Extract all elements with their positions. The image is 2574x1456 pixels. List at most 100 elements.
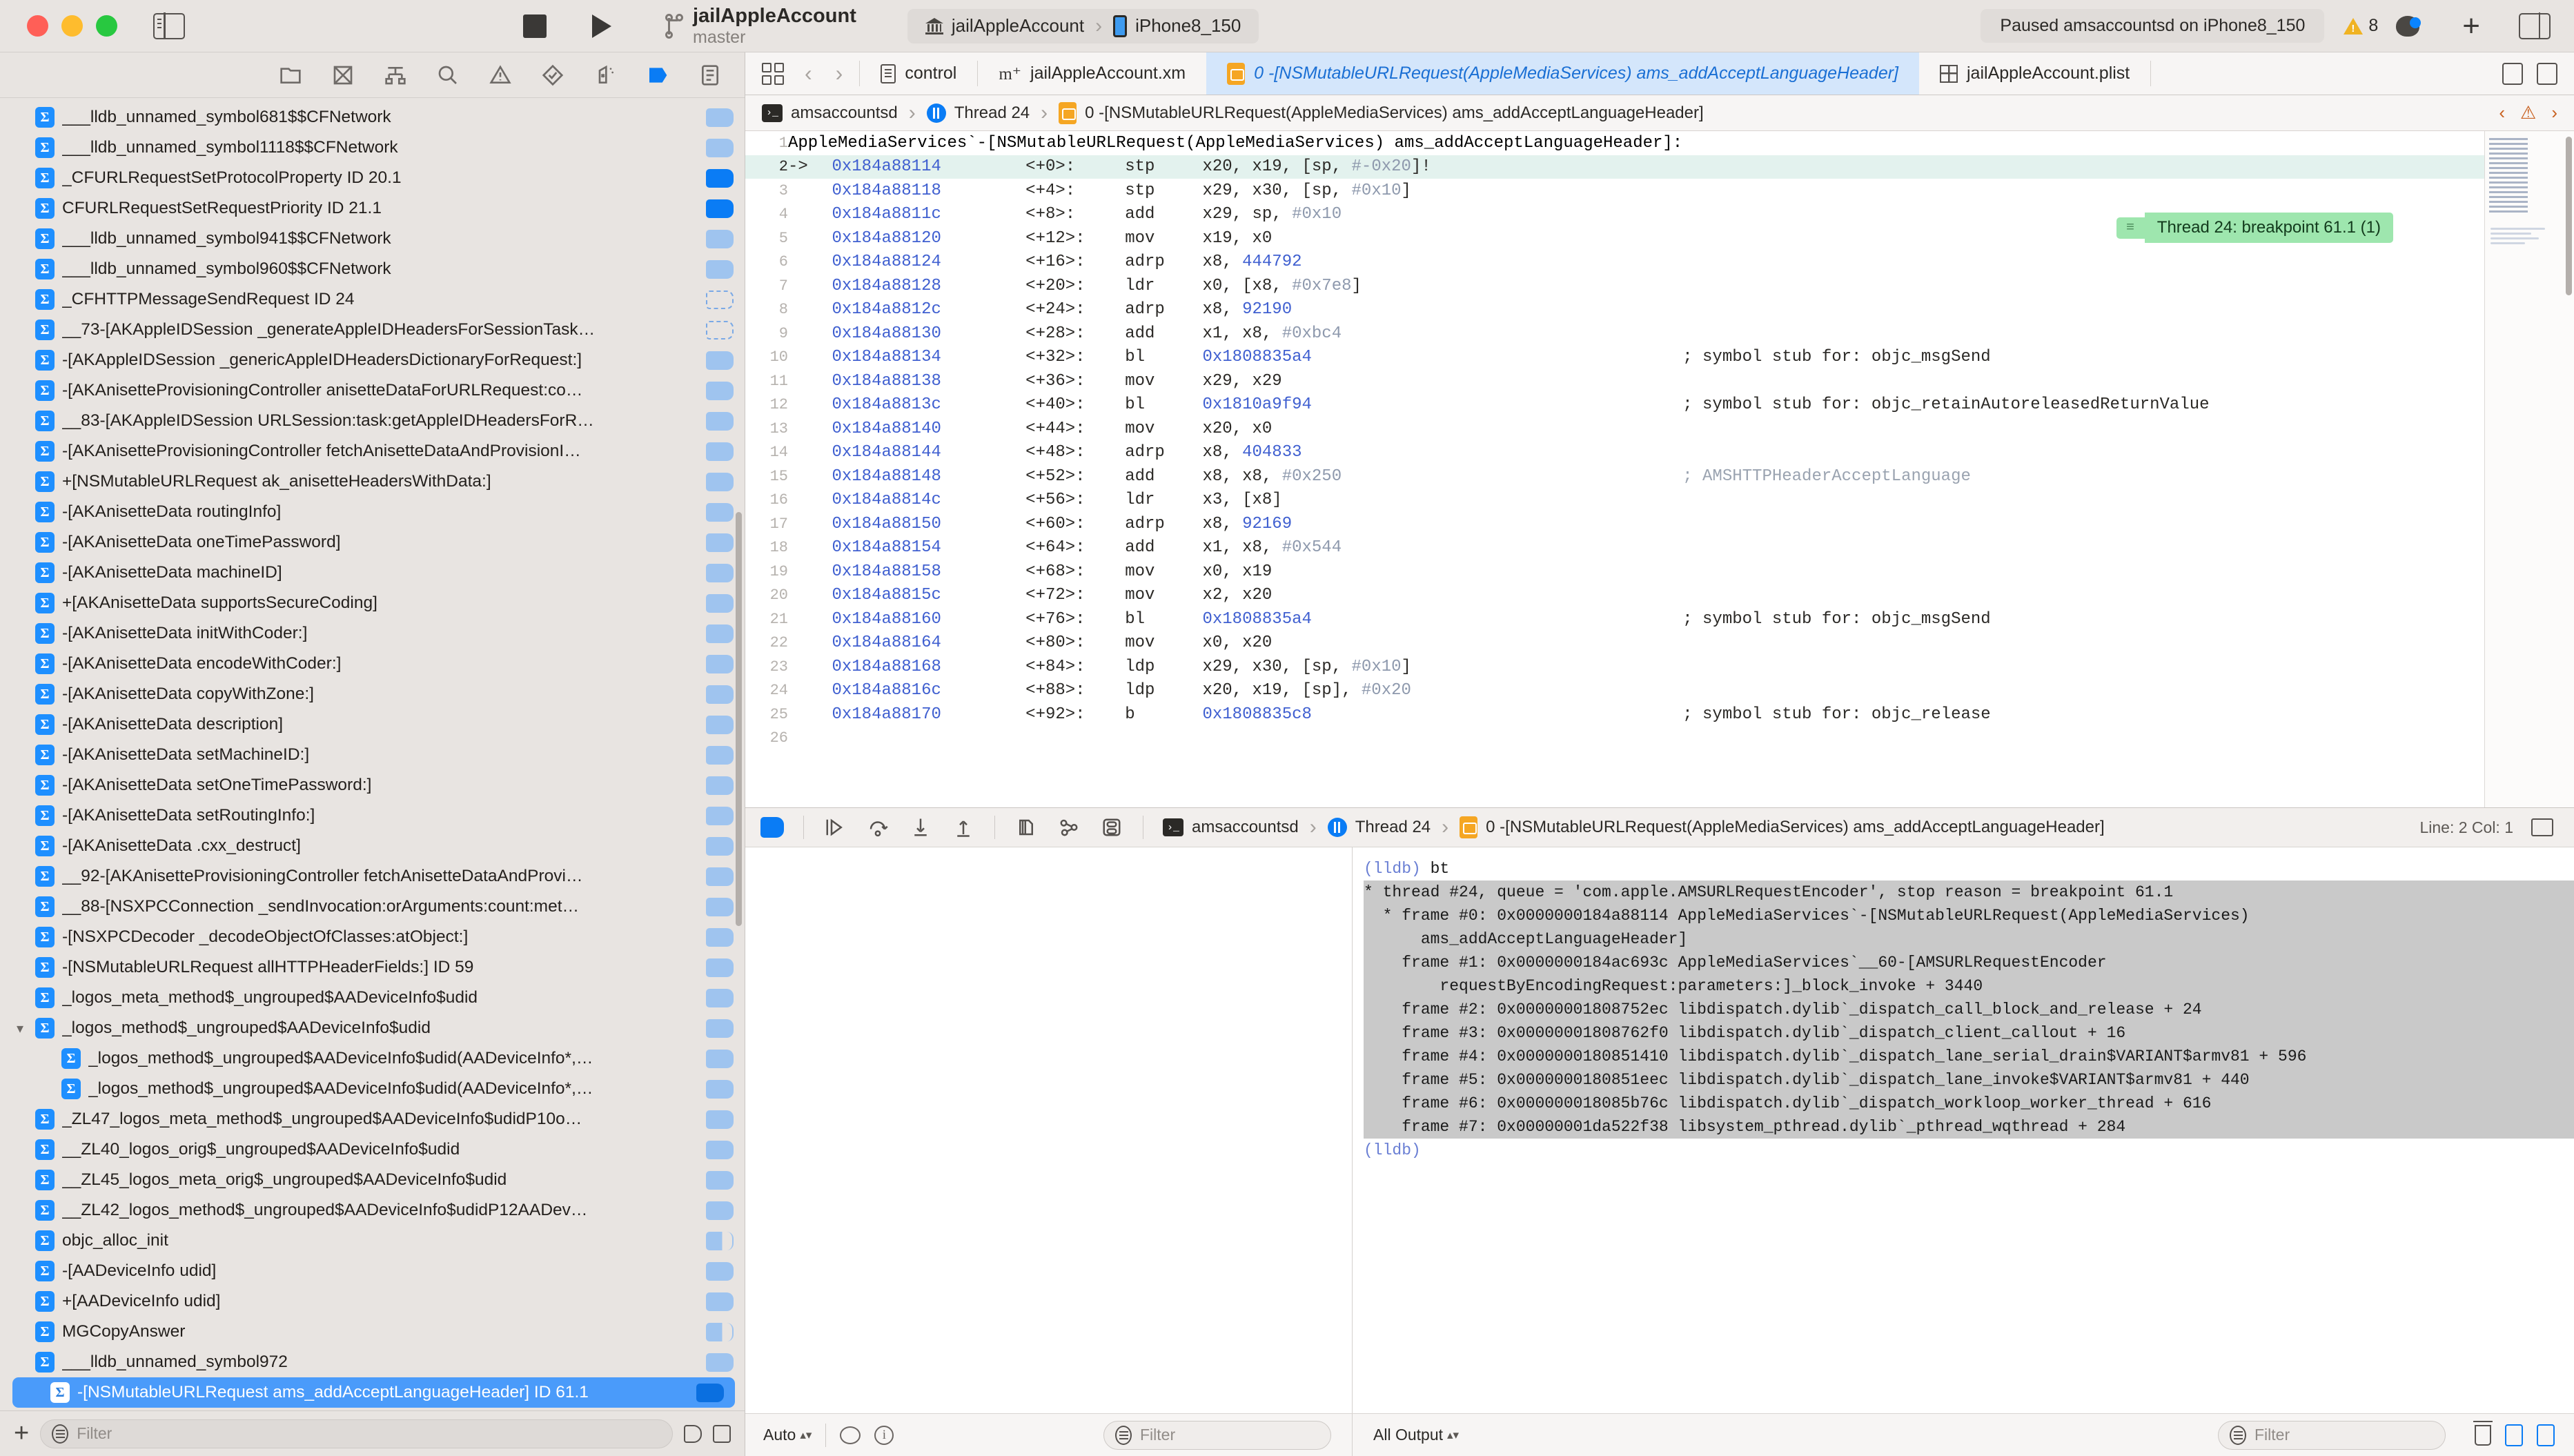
breakpoint-row[interactable]: ▸Σ___lldb_unnamed_symbol972 — [0, 1347, 745, 1377]
code-line-current[interactable]: 2 -> 0x184a88114 <+0>: stp x20, x19, [sp, #-0… — [745, 155, 2484, 179]
debug-process[interactable]: amsaccountsd — [1192, 818, 1299, 837]
device-status-icon[interactable] — [2396, 15, 2421, 37]
breakpoint-list[interactable]: ▸Σ___lldb_unnamed_symbol681$$CFNetwork▸Σ… — [0, 98, 745, 1410]
code-line[interactable]: 6 0x184a88124 <+16>: adrp x8, 444792 — [745, 250, 2484, 275]
breakpoint-enabled-badge[interactable] — [706, 867, 734, 886]
zoom-button[interactable] — [96, 15, 117, 37]
code-line[interactable]: 14 0x184a88144 <+48>: adrp x8, 404833 — [745, 441, 2484, 465]
code-line[interactable]: 19 0x184a88158 <+68>: mov x0, x19 — [745, 560, 2484, 584]
breakpoint-enabled-badge[interactable] — [706, 1140, 734, 1159]
breakpoint-enabled-badge[interactable] — [706, 442, 734, 461]
breakpoint-row[interactable]: ▸ΣMGCopyAnswer — [0, 1317, 745, 1347]
breakpoint-enabled-badge[interactable] — [706, 1231, 734, 1250]
breakpoint-row[interactable]: ▸Σ___lldb_unnamed_symbol960$$CFNetwork — [0, 254, 745, 284]
toggle-debug-area-icon[interactable] — [2531, 818, 2553, 836]
disclosure-triangle-icon[interactable]: ▾ — [12, 1020, 28, 1037]
breakpoint-row[interactable]: ▸Σ__88-[NSXPCConnection _sendInvocation:… — [0, 892, 745, 922]
breakpoint-row[interactable]: ▸Σ__83-[AKAppleIDSession URLSession:task… — [0, 406, 745, 436]
breakpoint-row[interactable]: ▸Σ+[NSMutableURLRequest ak_anisetteHeade… — [0, 466, 745, 497]
go-forward-icon[interactable]: › — [833, 61, 846, 86]
search-icon[interactable] — [437, 63, 459, 87]
minimize-button[interactable] — [61, 15, 83, 37]
console-output[interactable]: (lldb) bt * thread #24, queue = 'com.appl… — [1353, 847, 2574, 1413]
breakpoint-row[interactable]: ▸Σ-[NSXPCDecoder _decodeObjectOfClasses:… — [0, 922, 745, 952]
warning-indicator[interactable]: 8 — [2344, 16, 2378, 36]
tab-jailappleaccount-xm[interactable]: m⁺ jailAppleAccount.xm — [978, 52, 1206, 95]
continue-icon[interactable] — [823, 817, 847, 838]
tab-jailappleaccount-plist[interactable]: jailAppleAccount.plist — [1919, 52, 2150, 95]
breakpoint-row[interactable]: ▸Σ-[AKAnisetteData description] — [0, 709, 745, 740]
toggle-breakpoints-icon[interactable] — [760, 817, 784, 838]
jumpbar-frame[interactable]: 0 -[NSMutableURLRequest(AppleMediaServic… — [1085, 104, 1704, 123]
breakpoint-row[interactable]: ▸Σ__73-[AKAppleIDSession _generateAppleI… — [0, 315, 745, 345]
issues-icon[interactable] — [489, 63, 511, 87]
code-line[interactable]: 23 0x184a88168 <+84>: ldp x29, x30, [sp, #0x… — [745, 655, 2484, 679]
navigator-filter-field[interactable]: Filter — [40, 1419, 673, 1448]
breakpoint-row[interactable]: ▸Σ-[AKAnisetteData setRoutingInfo:] — [0, 800, 745, 831]
code-line[interactable]: 20 0x184a8815c <+72>: mov x2, x20 — [745, 584, 2484, 608]
breakpoint-enabled-badge[interactable] — [706, 1079, 734, 1099]
breakpoint-row[interactable]: ▸Σ_CFURLRequestSetProtocolProperty ID 20… — [0, 163, 745, 193]
add-icon[interactable]: + — [2462, 10, 2480, 41]
toggle-inspector-icon[interactable] — [2519, 12, 2551, 39]
code-line[interactable]: 25 0x184a88170 <+92>: b 0x1808835c8 ; symbol … — [745, 702, 2484, 727]
breakpoint-row[interactable]: ▸Σ-[AKAnisetteData setOneTimePassword:] — [0, 770, 745, 800]
code-line[interactable]: 1 AppleMediaServices`-[NSMutableURLReques… — [745, 131, 2484, 155]
tab-disassembly-active[interactable]: 0 -[NSMutableURLRequest(AppleMediaServic… — [1206, 52, 1919, 95]
info-icon[interactable]: i — [874, 1425, 894, 1445]
breakpoint-row[interactable]: ▸Σ_logos_method$_ungrouped$AADeviceInfo$… — [0, 1043, 745, 1074]
breakpoint-enabled-badge[interactable] — [706, 351, 734, 370]
breakpoint-enabled-badge[interactable] — [706, 290, 734, 309]
minimap-scrollbar[interactable] — [2566, 137, 2572, 295]
code-line[interactable]: 11 0x184a88138 <+36>: mov x29, x29 — [745, 369, 2484, 393]
watch-icon[interactable] — [840, 1426, 861, 1444]
breakpoint-enabled-badge[interactable] — [706, 320, 734, 340]
breakpoint-enabled-badge[interactable] — [706, 1049, 734, 1068]
memory-graph-icon[interactable] — [1057, 817, 1081, 838]
code-line[interactable]: 21 0x184a88160 <+76>: bl 0x1808835a4 ; symbol… — [745, 607, 2484, 631]
breakpoint-enabled-badge[interactable] — [706, 502, 734, 522]
breakpoint-row[interactable]: ▸Σ-[AKAnisetteData copyWithZone:] — [0, 679, 745, 709]
breakpoint-row[interactable]: ▸Σ-[AKAnisetteData encodeWithCoder:] — [0, 649, 745, 679]
scope-popup[interactable]: Auto ▴▾ — [763, 1426, 812, 1444]
breakpoint-enabled-badge[interactable] — [706, 927, 734, 947]
console-view[interactable]: (lldb) bt * thread #24, queue = 'com.appl… — [1353, 847, 2574, 1413]
breakpoint-enabled-badge[interactable] — [706, 1019, 734, 1038]
folder-icon[interactable] — [279, 63, 302, 87]
breakpoint-row[interactable]: ▸Σ-[AKAppleIDSession _genericAppleIDHead… — [0, 345, 745, 375]
breakpoint-enabled-badge[interactable] — [706, 654, 734, 673]
breakpoint-row[interactable]: ▸Σ-[AKAnisetteData routingInfo] — [0, 497, 745, 527]
breakpoint-row[interactable]: ▸Σ__ZL45_logos_meta_orig$_ungrouped$AADe… — [0, 1165, 745, 1195]
code-line[interactable]: 22 0x184a88164 <+80>: mov x0, x20 — [745, 631, 2484, 656]
step-into-icon[interactable] — [909, 817, 932, 838]
debug-frame[interactable]: 0 -[NSMutableURLRequest(AppleMediaServic… — [1486, 818, 2105, 837]
breakpoint-row[interactable]: ▸Σ__ZL42_logos_method$_ungrouped$AADevic… — [0, 1195, 745, 1226]
view-hierarchy-icon[interactable] — [1014, 817, 1038, 838]
clear-console-icon[interactable] — [2473, 1420, 2493, 1446]
breakpoint-row[interactable]: ▸ΣCFURLRequestSetRequestPriority ID 21.1 — [0, 193, 745, 224]
code-line[interactable]: 13 0x184a88140 <+44>: mov x20, x0 — [745, 417, 2484, 441]
debug-thread[interactable]: Thread 24 — [1355, 818, 1431, 837]
breakpoint-enabled-badge[interactable] — [706, 411, 734, 431]
breakpoint-enabled-badge[interactable] — [696, 1383, 724, 1402]
close-button[interactable] — [27, 15, 48, 37]
breakpoint-enabled-badge[interactable] — [706, 1261, 734, 1281]
source-control-icon[interactable] — [332, 63, 354, 87]
toggle-navigator-icon[interactable] — [153, 12, 185, 39]
breakpoint-enabled-badge[interactable] — [706, 685, 734, 704]
scheme-selector[interactable]: jailAppleAccount › iPhone8_150 — [907, 8, 1259, 43]
breakpoint-row-selected[interactable]: ▸Σ-[NSMutableURLRequest ams_addAcceptLan… — [12, 1377, 735, 1408]
breakpoint-row[interactable]: ▸Σ___lldb_unnamed_symbol1118$$CFNetwork — [0, 132, 745, 163]
breakpoint-enabled-badge[interactable] — [706, 381, 734, 400]
toggle-variables-icon[interactable] — [2505, 1424, 2523, 1446]
code-line[interactable]: 16 0x184a8814c <+56>: ldr x3, [x8] — [745, 489, 2484, 513]
breakpoint-enabled-badge[interactable] — [706, 988, 734, 1007]
breakpoint-row[interactable]: ▸Σ___lldb_unnamed_symbol681$$CFNetwork — [0, 102, 745, 132]
breakpoint-row[interactable]: ▸Σ-[AKAnisetteProvisioningController fet… — [0, 436, 745, 466]
variables-view[interactable] — [745, 847, 1353, 1413]
step-out-icon[interactable] — [952, 817, 975, 838]
breakpoint-enabled-badge[interactable] — [706, 715, 734, 734]
breakpoint-row[interactable]: ▸Σ-[AKAnisetteData oneTimePassword] — [0, 527, 745, 558]
breakpoint-enabled-badge[interactable] — [706, 836, 734, 856]
breakpoint-row[interactable]: ▸Σ-[AKAnisetteData machineID] — [0, 558, 745, 588]
